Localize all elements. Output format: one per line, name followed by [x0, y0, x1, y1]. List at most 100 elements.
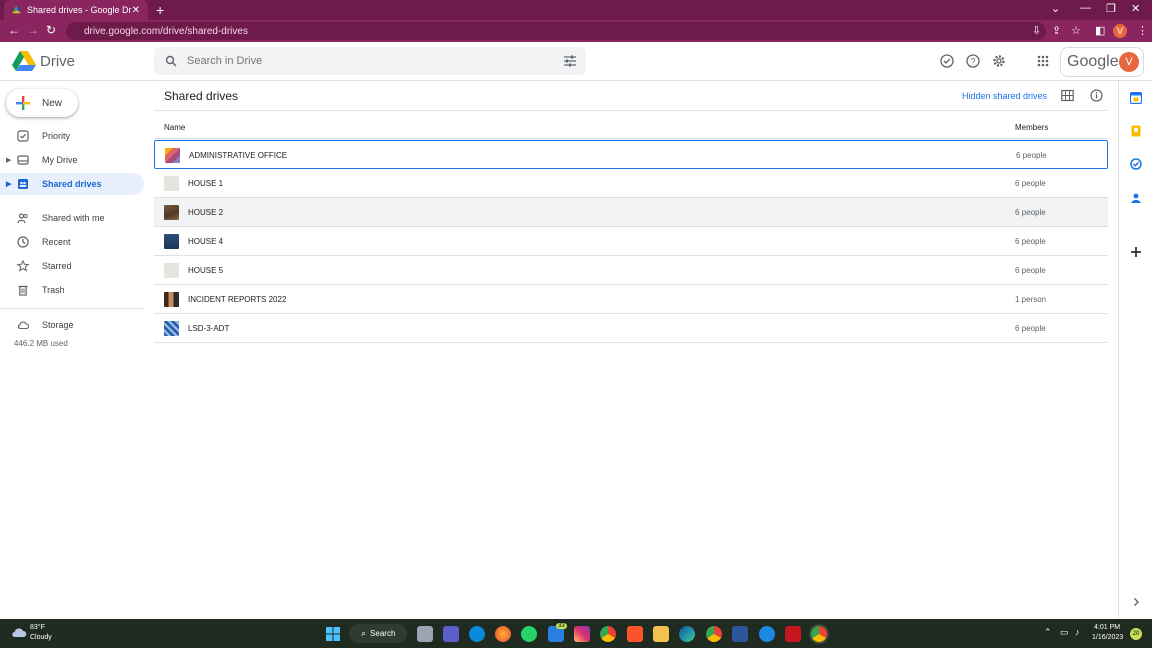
new-button[interactable]: New	[6, 89, 78, 117]
sidebar-item-label: Starred	[42, 261, 72, 271]
task-view-icon[interactable]	[417, 626, 433, 642]
sidebar-item-recent[interactable]: Recent	[0, 231, 144, 253]
firefox-icon[interactable]	[495, 626, 511, 642]
star-icon	[17, 260, 29, 272]
details-info-icon[interactable]	[1090, 89, 1103, 102]
minimize-icon[interactable]: —	[1080, 2, 1091, 14]
drive-logo-icon[interactable]	[12, 51, 36, 71]
teams-chat-icon[interactable]	[443, 626, 459, 642]
shared-drive-row[interactable]: HOUSE 5 6 people	[154, 256, 1108, 285]
search-options-icon[interactable]	[564, 55, 576, 67]
expand-caret-icon[interactable]: ▶	[6, 156, 11, 164]
drive-name: LSD-3-ADT	[188, 324, 230, 333]
offline-ready-icon[interactable]	[940, 54, 954, 68]
weather-condition[interactable]: Cloudy	[30, 634, 52, 641]
close-window-icon[interactable]: ✕	[1131, 2, 1140, 15]
shared-with-me-icon	[17, 213, 28, 224]
chrome-profile-icon[interactable]	[706, 626, 722, 642]
drive-members: 6 people	[1015, 208, 1046, 217]
drive-thumbnail	[164, 292, 179, 307]
restore-icon[interactable]: ❐	[1106, 2, 1116, 15]
svg-text:?: ?	[970, 57, 975, 67]
expand-caret-icon[interactable]: ▶	[6, 180, 11, 188]
sidebar-item-shared-drives[interactable]: ▶ Shared drives	[0, 173, 144, 195]
sidebar-item-label: Storage	[42, 320, 74, 330]
shared-drive-row[interactable]: HOUSE 2 6 people	[154, 198, 1108, 227]
search-bar[interactable]	[154, 47, 586, 75]
tasks-icon[interactable]	[1130, 158, 1142, 170]
cortana-icon[interactable]	[759, 626, 775, 642]
share-icon[interactable]: ⇪	[1052, 24, 1061, 37]
file-explorer-icon[interactable]	[653, 626, 669, 642]
table-header: Name Members	[154, 110, 1108, 139]
tab-search-icon[interactable]: ⌄	[1051, 2, 1060, 15]
sidebar-item-storage[interactable]: Storage	[0, 314, 144, 336]
grid-view-icon[interactable]	[1061, 89, 1074, 102]
volume-icon[interactable]: ♪	[1075, 627, 1080, 637]
contacts-icon[interactable]	[1130, 192, 1142, 204]
browser-tab[interactable]: Shared drives - Google Drive ✕	[4, 0, 148, 20]
brave-icon[interactable]	[627, 626, 643, 642]
help-icon[interactable]: ?	[966, 54, 980, 68]
drive-thumbnail	[164, 263, 179, 278]
whatsapp-icon[interactable]	[521, 626, 537, 642]
word-icon[interactable]	[732, 626, 748, 642]
sidebar-item-my-drive[interactable]: ▶ My Drive	[0, 149, 144, 171]
edge-icon[interactable]	[679, 626, 695, 642]
google-account-button[interactable]: Google V	[1060, 47, 1144, 77]
calendar-icon[interactable]	[1130, 92, 1142, 104]
chrome-active-icon[interactable]	[811, 626, 827, 642]
settings-gear-icon[interactable]	[992, 54, 1006, 68]
chrome-menu-icon[interactable]: ⋮	[1137, 24, 1148, 37]
cloudy-weather-icon[interactable]	[11, 626, 27, 638]
sidebar-item-trash[interactable]: Trash	[0, 279, 144, 301]
clock-time[interactable]: 4:01 PM	[1094, 624, 1120, 631]
sidebar-item-priority[interactable]: Priority	[0, 125, 144, 147]
install-app-icon[interactable]: ⇩	[1032, 24, 1041, 37]
shared-drive-row[interactable]: ADMINISTRATIVE OFFICE 6 people	[154, 140, 1108, 169]
sidebar-item-label: Shared drives	[42, 179, 102, 189]
column-header-name[interactable]: Name	[164, 123, 185, 132]
hidden-shared-drives-link[interactable]: Hidden shared drives	[962, 91, 1047, 101]
account-avatar[interactable]: V	[1119, 52, 1139, 72]
sidebar-divider	[0, 308, 144, 309]
skype-icon[interactable]	[469, 626, 485, 642]
instagram-icon[interactable]	[574, 626, 590, 642]
show-hidden-icons-icon[interactable]: ⌃	[1044, 627, 1052, 638]
taskbar-search-button[interactable]: ⌕ Search	[349, 624, 407, 643]
shared-drive-row[interactable]: LSD-3-ADT 6 people	[154, 314, 1108, 343]
new-tab-icon[interactable]: +	[156, 2, 164, 18]
keep-icon[interactable]	[1130, 125, 1142, 137]
forward-icon[interactable]: →	[27, 23, 39, 37]
shared-drive-row[interactable]: INCIDENT REPORTS 2022 1 person	[154, 285, 1108, 314]
google-apps-icon[interactable]	[1036, 54, 1050, 68]
bookmark-star-icon[interactable]: ☆	[1071, 24, 1081, 37]
back-icon[interactable]: ←	[8, 23, 20, 37]
side-panel-icon[interactable]: ◧	[1095, 24, 1105, 37]
network-icon[interactable]: ▭	[1060, 627, 1069, 638]
search-input[interactable]	[187, 55, 547, 67]
shared-drive-row[interactable]: HOUSE 1 6 people	[154, 169, 1108, 198]
weather-temperature[interactable]: 83°F	[30, 624, 45, 631]
reload-icon[interactable]: ↻	[46, 23, 56, 37]
chrome-icon[interactable]	[600, 626, 616, 642]
drive-favicon-icon	[12, 5, 21, 14]
shared-drive-row[interactable]: HOUSE 4 6 people	[154, 227, 1108, 256]
drive-members: 6 people	[1015, 237, 1046, 246]
get-addons-plus-icon[interactable]	[1130, 246, 1142, 258]
page-title: Shared drives	[164, 89, 239, 103]
drive-name: HOUSE 1	[188, 179, 224, 188]
expand-panel-chevron-icon[interactable]	[1130, 596, 1142, 608]
app-name[interactable]: Drive	[40, 53, 75, 70]
sidebar-item-starred[interactable]: Starred	[0, 255, 144, 277]
chrome-profile-avatar[interactable]: V	[1113, 24, 1127, 38]
windows-start-icon[interactable]	[325, 626, 341, 642]
notification-count-badge[interactable]: 20	[1130, 628, 1142, 640]
drive-name: HOUSE 5	[188, 266, 224, 275]
sidebar-item-shared-with-me[interactable]: Shared with me	[0, 207, 144, 229]
address-bar[interactable]: drive.google.com/drive/shared-drives	[66, 22, 1046, 40]
acrobat-icon[interactable]	[785, 626, 801, 642]
clock-date[interactable]: 1/16/2023	[1092, 634, 1123, 641]
search-icon[interactable]	[165, 55, 177, 67]
close-tab-icon[interactable]: ✕	[132, 5, 140, 16]
